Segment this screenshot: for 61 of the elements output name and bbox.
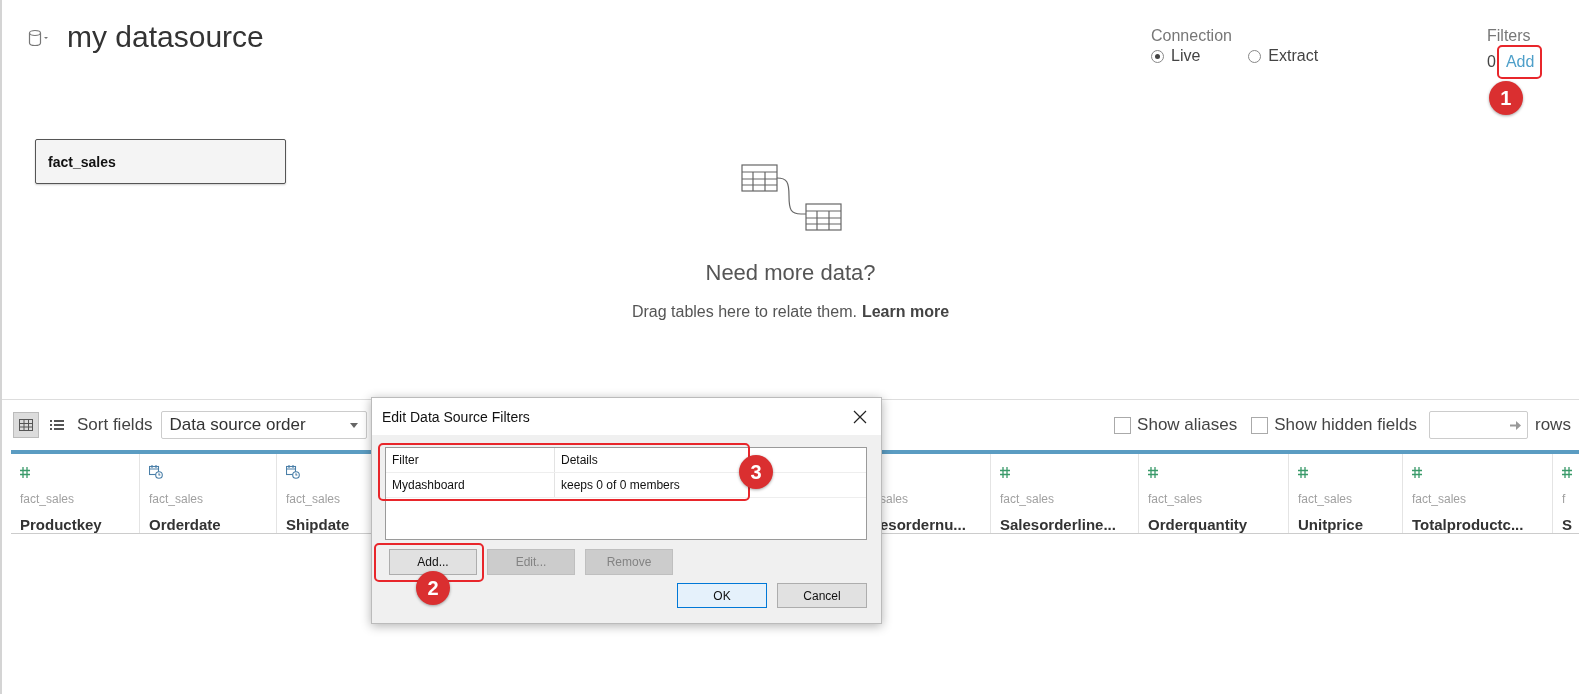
list-cell[interactable]: keeps 0 of 0 members <box>555 473 680 497</box>
column-field-name[interactable]: Productkey <box>20 516 139 533</box>
number-icon <box>1562 466 1572 478</box>
step-badge: 2 <box>416 571 450 605</box>
radio-button[interactable] <box>1248 49 1262 63</box>
checkbox[interactable]: Show hidden fields <box>1251 415 1417 435</box>
list-column-header[interactable]: Details <box>555 448 598 472</box>
column-table-name: f <box>1562 492 1567 506</box>
number-icon <box>20 466 30 478</box>
table-card[interactable]: fact_sales <box>35 139 286 184</box>
dialog-button[interactable]: Add... <box>389 549 477 575</box>
number-icon <box>1148 466 1158 478</box>
rows-input-field[interactable] <box>1429 411 1528 439</box>
list-cell[interactable]: Mydashboard <box>386 473 555 497</box>
learn-more-link[interactable]: Learn more <box>861 303 950 321</box>
column-table-name: fact_sales <box>1000 492 1056 506</box>
radio-label[interactable]: Extract <box>1268 47 1319 65</box>
empty-state-heading: Need more data? <box>705 260 876 286</box>
cancel-button[interactable]: Cancel <box>777 583 867 608</box>
column-field-name[interactable]: esordernu... <box>880 516 990 533</box>
column-table-name: fact_sales <box>20 492 76 506</box>
column-table-name: fact_sales <box>149 492 205 506</box>
column-field-name[interactable]: Orderdate <box>149 516 276 533</box>
arrow-icon <box>1510 420 1521 430</box>
list-icon <box>50 419 64 431</box>
radio-button[interactable] <box>1151 49 1164 63</box>
column-field-name[interactable]: Totalproductc... <box>1412 516 1552 533</box>
checkbox[interactable]: Show aliases <box>1114 415 1238 435</box>
annotation-frame <box>1496 45 1543 79</box>
rows-label: rows <box>1535 415 1572 435</box>
datasource-title[interactable]: my datasource <box>67 20 264 54</box>
number-icon <box>1412 466 1422 478</box>
filter-count: 0 <box>1487 53 1496 71</box>
calendar-clock-icon <box>286 465 300 479</box>
filters-label: Filters <box>1487 27 1532 45</box>
calendar-clock-icon <box>149 465 163 479</box>
column-field-name[interactable]: Unitprice <box>1298 516 1402 533</box>
column-table-name: fact_sales <box>286 492 342 506</box>
database-icon[interactable] <box>28 29 50 47</box>
column-field-name[interactable]: Orderquantity <box>1148 516 1288 533</box>
close-icon[interactable] <box>853 409 867 424</box>
column-table-name: fact_sales <box>1148 492 1204 506</box>
column-field-name[interactable]: Salesorderline... <box>1000 516 1138 533</box>
number-icon <box>1298 466 1308 478</box>
sort-select[interactable]: Data source order <box>160 411 367 439</box>
radio-label[interactable]: Live <box>1171 47 1201 65</box>
caret-icon <box>349 422 358 428</box>
connection-label: Connection <box>1151 27 1233 45</box>
step-badge: 1 <box>1488 81 1523 115</box>
column-table-name: fact_sales <box>1298 492 1354 506</box>
empty-state-text: Drag tables here to relate them. <box>631 303 857 321</box>
ok-button[interactable]: OK <box>677 583 767 608</box>
number-icon <box>1000 466 1010 478</box>
list-column-header[interactable]: Filter <box>386 448 555 472</box>
step-badge: 3 <box>739 455 773 489</box>
grid-view-button[interactable] <box>13 412 39 438</box>
sort-fields-label: Sort fields <box>77 415 153 435</box>
column-table-name: fact_sales <box>1412 492 1468 506</box>
dialog-title: Edit Data Source Filters <box>382 408 530 425</box>
grid-icon <box>19 419 33 431</box>
column-field-name[interactable]: S <box>1562 516 1579 533</box>
